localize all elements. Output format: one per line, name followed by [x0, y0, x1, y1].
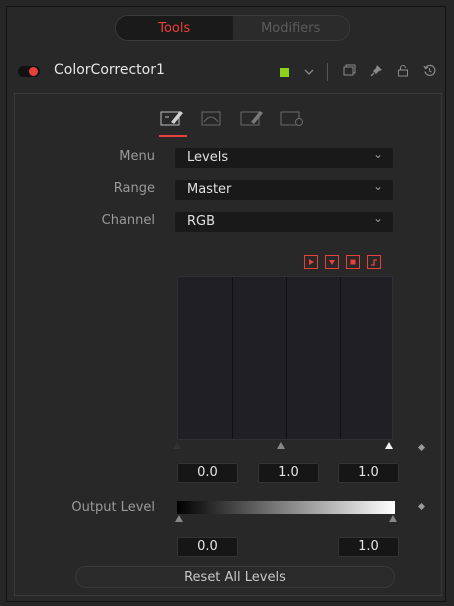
curve-button[interactable] — [367, 255, 381, 269]
tool-controls-panel: Menu Levels ⌄ Range Master ⌄ Channel RGB… — [14, 93, 442, 596]
stop-button[interactable] — [346, 255, 360, 269]
options-tab[interactable] — [237, 107, 269, 129]
output-level-label: Output Level — [71, 500, 155, 515]
output-high-handle[interactable] — [389, 515, 397, 522]
node-name: ColorCorrector1 — [54, 62, 165, 78]
stop-icon — [350, 259, 356, 265]
play-icon — [309, 259, 314, 265]
play-button[interactable] — [304, 255, 318, 269]
input-low-field[interactable]: 0.0 — [177, 463, 238, 483]
settings-tab[interactable] — [277, 107, 309, 129]
reset-all-levels-button[interactable]: Reset All Levels — [75, 566, 395, 588]
output-low-field[interactable]: 0.0 — [177, 537, 238, 557]
output-gradient-bar[interactable] — [177, 501, 395, 514]
keyframe-diamond[interactable] — [417, 443, 426, 452]
chevron-down-icon: ⌄ — [372, 179, 383, 193]
ranges-icon — [201, 111, 221, 126]
channel-dropdown[interactable]: RGB ⌄ — [175, 211, 393, 232]
output-low-handle[interactable] — [175, 515, 183, 522]
menu-label: Menu — [119, 149, 155, 164]
keyframe-diamond[interactable] — [417, 502, 426, 511]
histogram-display[interactable] — [177, 276, 393, 440]
header-separator — [327, 63, 328, 81]
grid-line — [340, 277, 341, 439]
chevron-down-icon[interactable] — [304, 65, 314, 80]
power-toggle[interactable] — [18, 66, 40, 77]
settings-icon — [280, 111, 303, 126]
range-value: Master — [187, 182, 232, 197]
controls-icon — [160, 111, 183, 126]
gamma-handle[interactable] — [277, 442, 285, 449]
output-high-field[interactable]: 1.0 — [338, 537, 399, 557]
ranges-tab[interactable] — [197, 107, 229, 129]
histogram-controls — [297, 255, 381, 269]
copy-icon[interactable] — [343, 64, 356, 81]
dropdown-button[interactable] — [325, 255, 339, 269]
low-handle[interactable] — [173, 442, 181, 449]
range-label: Range — [113, 181, 155, 196]
controls-tab[interactable] — [157, 107, 189, 137]
input-level-slider[interactable] — [173, 440, 393, 454]
subtabs — [157, 107, 317, 137]
node-header: ColorCorrector1 — [14, 60, 444, 84]
color-swatch[interactable] — [280, 67, 289, 77]
grid-line — [232, 277, 233, 439]
panel-tabs: Tools Modifiers — [115, 15, 350, 41]
header-icons — [280, 60, 443, 84]
channel-value: RGB — [187, 214, 216, 229]
curve-icon — [371, 259, 377, 266]
reset-icon[interactable] — [423, 64, 436, 81]
grid-line — [286, 277, 287, 439]
lock-icon[interactable] — [397, 64, 409, 81]
pin-icon[interactable] — [370, 64, 383, 81]
channel-label: Channel — [101, 213, 155, 228]
options-icon — [240, 111, 263, 126]
range-dropdown[interactable]: Master ⌄ — [175, 179, 393, 200]
tab-modifiers[interactable]: Modifiers — [232, 16, 349, 40]
input-gamma-field[interactable]: 1.0 — [258, 463, 319, 483]
high-handle[interactable] — [385, 442, 393, 449]
tab-tools[interactable]: Tools — [116, 16, 233, 40]
dropdown-icon — [329, 260, 335, 265]
input-high-field[interactable]: 1.0 — [338, 463, 399, 483]
chevron-down-icon: ⌄ — [372, 211, 383, 225]
menu-dropdown[interactable]: Levels ⌄ — [175, 147, 393, 168]
menu-value: Levels — [187, 150, 229, 165]
chevron-down-icon: ⌄ — [372, 147, 383, 161]
power-toggle-dot — [29, 67, 38, 76]
